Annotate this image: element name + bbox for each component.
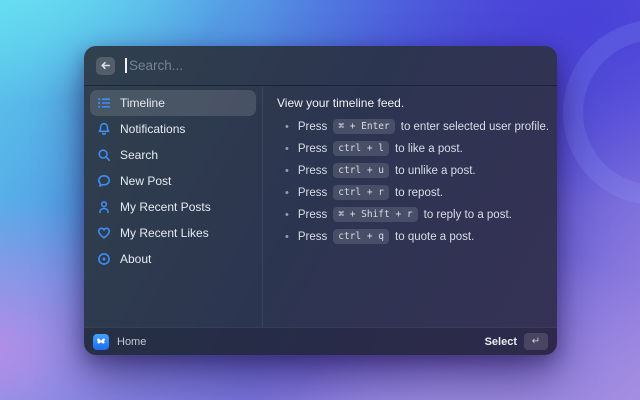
- shortcut-item: Press ⌘ + Enter to enter selected user p…: [277, 119, 549, 134]
- sidebar-item-search[interactable]: Search: [90, 142, 256, 168]
- press-label: Press: [297, 142, 328, 155]
- press-label: Press: [297, 186, 328, 199]
- back-button[interactable]: [96, 56, 115, 75]
- sidebar-item-label: Notifications: [120, 122, 186, 136]
- bluesky-app-icon: [93, 333, 109, 350]
- press-label: Press: [297, 120, 328, 133]
- press-label: Press: [297, 208, 328, 221]
- enter-key-badge: ↵: [524, 333, 548, 350]
- shortcut-description: to reply to a post.: [423, 208, 512, 221]
- press-label: Press: [297, 230, 328, 243]
- select-label: Select: [484, 335, 517, 348]
- sidebar-item-label: Timeline: [120, 96, 165, 110]
- shortcut-description: to like a post.: [395, 142, 463, 155]
- sidebar-item-label: My Recent Likes: [120, 226, 209, 240]
- info-circle-icon: [97, 252, 111, 266]
- back-arrow-icon: [100, 60, 111, 71]
- shortcut-item: Press ctrl + q to quote a post.: [277, 229, 543, 244]
- heart-icon: [97, 226, 111, 240]
- sidebar-item-my-recent-likes[interactable]: My Recent Likes: [90, 220, 256, 246]
- main-area: Timeline Notifications Search New Post M…: [84, 86, 557, 327]
- shortcut-item: Press ctrl + u to unlike a post.: [277, 163, 543, 178]
- sidebar: Timeline Notifications Search New Post M…: [84, 86, 262, 327]
- sidebar-item-label: About: [120, 252, 152, 266]
- detail-heading: View your timeline feed.: [277, 96, 405, 110]
- shortcut-keys: ctrl + u: [333, 163, 390, 178]
- sidebar-item-new-post[interactable]: New Post: [90, 168, 256, 194]
- timeline-list-icon: [97, 96, 111, 110]
- shortcut-keys: ctrl + q: [333, 229, 390, 244]
- speech-bubble-icon: [97, 174, 111, 188]
- footer-app: Home: [93, 333, 147, 350]
- search-icon: [97, 148, 111, 162]
- person-icon: [97, 200, 111, 214]
- search-bar: Search...: [84, 46, 557, 86]
- shortcut-description: to enter selected user profile.: [400, 120, 550, 133]
- sidebar-item-label: My Recent Posts: [120, 200, 211, 214]
- shortcut-description: to quote a post.: [395, 230, 475, 243]
- sidebar-item-timeline[interactable]: Timeline: [90, 90, 256, 116]
- shortcut-keys: ⌘ + Shift + r: [333, 207, 418, 222]
- detail-panel: View your timeline feed. Press ⌘ + Enter…: [263, 86, 557, 327]
- sidebar-item-label: New Post: [120, 174, 172, 188]
- shortcut-keys: ctrl + l: [333, 141, 390, 156]
- press-label: Press: [297, 164, 328, 177]
- select-action[interactable]: Select ↵: [485, 333, 548, 350]
- sidebar-item-my-recent-posts[interactable]: My Recent Posts: [90, 194, 256, 220]
- sidebar-item-label: Search: [120, 148, 159, 162]
- shortcut-item: Press ⌘ + Shift + r to reply to a post.: [277, 207, 543, 222]
- shortcut-keys: ⌘ + Enter: [333, 119, 395, 134]
- text-caret: [125, 58, 127, 73]
- search-placeholder: Search...: [129, 58, 184, 73]
- status-bar: Home Select ↵: [84, 327, 557, 355]
- sidebar-item-about[interactable]: About: [90, 246, 256, 272]
- shortcut-description: to unlike a post.: [395, 164, 476, 177]
- footer-app-label: Home: [117, 335, 147, 348]
- shortcut-description: to repost.: [395, 186, 443, 199]
- sidebar-item-notifications[interactable]: Notifications: [90, 116, 256, 142]
- shortcut-keys: ctrl + r: [333, 185, 390, 200]
- shortcut-item: Press ctrl + r to repost.: [277, 185, 543, 200]
- command-palette-window: Search... Timeline Notifications Search …: [84, 46, 557, 355]
- search-input[interactable]: Search...: [125, 46, 545, 85]
- bell-icon: [97, 122, 111, 136]
- shortcut-item: Press ctrl + l to like a post.: [277, 141, 543, 156]
- background-arc-decoration: [563, 20, 640, 205]
